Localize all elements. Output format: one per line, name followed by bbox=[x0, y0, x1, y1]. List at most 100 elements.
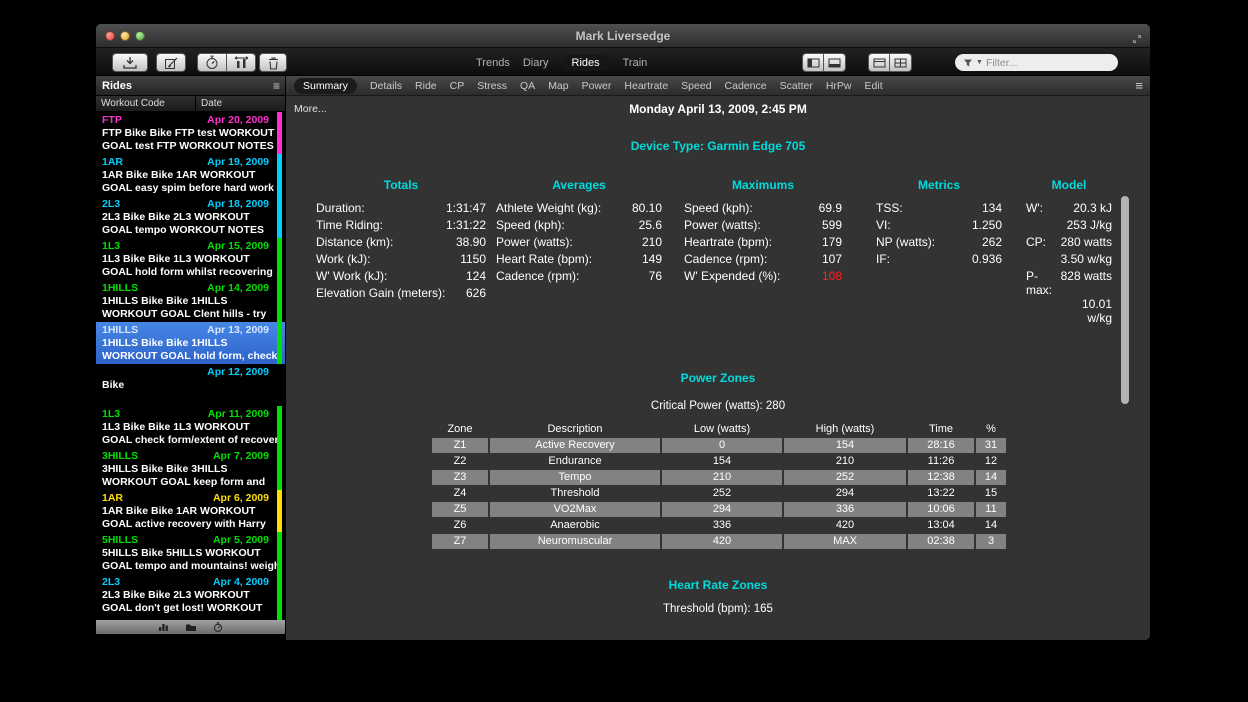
metric-value: 149 bbox=[642, 252, 662, 269]
ride-list-item[interactable]: 1L3Apr 15, 2009 1L3 Bike Bike 1L3 WORKOU… bbox=[96, 238, 285, 280]
tab-edit[interactable]: Edit bbox=[865, 80, 883, 92]
tabbed-view-button[interactable] bbox=[868, 53, 890, 72]
toggle-intervals-button[interactable] bbox=[227, 53, 256, 72]
zone-col-header: Low (watts) bbox=[662, 421, 782, 437]
ride-list-item-selected[interactable]: 1HILLSApr 13, 2009 1HILLS Bike Bike 1HIL… bbox=[96, 322, 285, 364]
zone-cell: 02:38 bbox=[908, 534, 974, 549]
zone-cell: 14 bbox=[976, 470, 1006, 485]
app-window: Mark Liversedge Trends Diary Rides Train bbox=[96, 24, 1150, 640]
metric-label: Work (kJ): bbox=[316, 252, 370, 269]
ride-list-item[interactable]: 1ARApr 6, 2009 1AR Bike Bike 1AR WORKOUT… bbox=[96, 490, 285, 532]
zone-cell: 28:16 bbox=[908, 438, 974, 453]
compose-icon bbox=[164, 56, 179, 70]
metric-value: 828 watts bbox=[1056, 269, 1112, 297]
vertical-scrollbar-thumb[interactable] bbox=[1121, 196, 1129, 404]
zoom-window-button[interactable] bbox=[135, 31, 145, 41]
ride-list-item[interactable]: 2L3Apr 18, 2009 2L3 Bike Bike 2L3 WORKOU… bbox=[96, 196, 285, 238]
ride-code: 1L3 bbox=[102, 240, 120, 253]
tab-details[interactable]: Details bbox=[370, 80, 402, 92]
tab-heartrate[interactable]: Heartrate bbox=[624, 80, 668, 92]
stopwatch-icon[interactable] bbox=[213, 622, 223, 632]
tab-map[interactable]: Map bbox=[548, 80, 568, 92]
toolbar: Trends Diary Rides Train ▼ bbox=[96, 48, 1150, 76]
manual-entry-button[interactable] bbox=[156, 53, 186, 72]
tab-scatter[interactable]: Scatter bbox=[780, 80, 813, 92]
stopwatch-icon bbox=[205, 55, 219, 70]
tab-hrpw[interactable]: HrPw bbox=[826, 80, 852, 92]
rides-sidebar: Rides ≡ Workout Code Date FTPApr 20, 200… bbox=[96, 76, 285, 640]
filter-input[interactable] bbox=[986, 57, 1096, 69]
zone-cell: MAX bbox=[784, 534, 906, 549]
tab-cp[interactable]: CP bbox=[450, 80, 465, 92]
power-zones-title: Power Zones bbox=[286, 371, 1150, 385]
tiled-view-button[interactable] bbox=[890, 53, 912, 72]
ride-list-item[interactable]: 1L3Apr 11, 2009 1L3 Bike Bike 1L3 WORKOU… bbox=[96, 406, 285, 448]
section-title: Averages bbox=[496, 178, 662, 192]
tab-ride[interactable]: Ride bbox=[415, 80, 437, 92]
ride-list-item[interactable]: Apr 12, 2009 Bike bbox=[96, 364, 285, 406]
bottom-bar-icon bbox=[828, 58, 841, 68]
filter-field[interactable]: ▼ bbox=[955, 54, 1118, 71]
zone-cell: 336 bbox=[662, 518, 782, 533]
download-icon bbox=[122, 56, 138, 70]
maximums-section: Maximums Speed (kph):69.9 Power (watts):… bbox=[684, 178, 842, 286]
import-ride-button[interactable] bbox=[112, 53, 148, 72]
metric-label: NP (watts): bbox=[876, 235, 935, 252]
tab-qa[interactable]: QA bbox=[520, 80, 535, 92]
ride-list: FTPApr 20, 2009 FTP Bike Bike FTP test W… bbox=[96, 112, 285, 620]
tab-power[interactable]: Power bbox=[582, 80, 612, 92]
delete-ride-button[interactable] bbox=[259, 53, 287, 72]
ride-desc-line: 5HILLS Bike 5HILLS WORKOUT bbox=[102, 547, 279, 560]
ride-list-item[interactable]: 1HILLSApr 14, 2009 1HILLS Bike Bike 1HIL… bbox=[96, 280, 285, 322]
tab-cadence[interactable]: Cadence bbox=[725, 80, 767, 92]
metric-value: 626 bbox=[466, 286, 486, 303]
metric-value: 179 bbox=[822, 235, 842, 252]
ride-date: Apr 4, 2009 bbox=[213, 576, 269, 589]
ride-list-item[interactable]: 2L3Apr 4, 2009 2L3 Bike Bike 2L3 WORKOUT… bbox=[96, 574, 285, 616]
zone-cell: Z1 bbox=[432, 438, 488, 453]
tab-speed[interactable]: Speed bbox=[681, 80, 711, 92]
chart-icon[interactable] bbox=[158, 622, 169, 632]
column-header-workout-code[interactable]: Workout Code bbox=[96, 96, 196, 111]
zone-cell: 210 bbox=[662, 470, 782, 485]
toggle-bottom-bar-button[interactable] bbox=[824, 53, 846, 72]
view-menu-icon[interactable]: ≡ bbox=[1135, 78, 1143, 93]
toggle-left-sidebar-button[interactable] bbox=[802, 53, 824, 72]
tabbed-view-icon bbox=[873, 58, 886, 68]
tab-stress[interactable]: Stress bbox=[477, 80, 507, 92]
tab-train[interactable]: Train bbox=[623, 57, 648, 69]
close-window-button[interactable] bbox=[105, 31, 115, 41]
sidebar-menu-icon[interactable]: ≡ bbox=[273, 76, 280, 96]
tab-trends[interactable]: Trends bbox=[476, 57, 510, 69]
averages-section: Averages Athlete Weight (kg):80.10 Speed… bbox=[496, 178, 662, 286]
fullscreen-icon[interactable] bbox=[1132, 31, 1142, 49]
metric-label: Speed (kph): bbox=[684, 201, 753, 218]
metric-label: VI: bbox=[876, 218, 891, 235]
tab-summary[interactable]: Summary bbox=[294, 78, 357, 94]
ride-color-stripe bbox=[277, 280, 282, 322]
metric-value: 1.250 bbox=[972, 218, 1002, 235]
ride-desc-line: 1HILLS Bike Bike 1HILLS bbox=[102, 295, 279, 308]
metric-value-alert: 108 bbox=[822, 269, 842, 286]
toggle-stopwatch-button[interactable] bbox=[197, 53, 227, 72]
ride-list-item[interactable]: FTPApr 20, 2009 FTP Bike Bike FTP test W… bbox=[96, 112, 285, 154]
ride-desc-line: WORKOUT GOAL hold form, check bbox=[102, 350, 279, 363]
ride-color-stripe bbox=[277, 112, 282, 154]
sidebar-footer-bar bbox=[96, 620, 285, 634]
ride-list-item[interactable]: 1ARApr 19, 2009 1AR Bike Bike 1AR WORKOU… bbox=[96, 154, 285, 196]
minimize-window-button[interactable] bbox=[120, 31, 130, 41]
zone-cell: 12:38 bbox=[908, 470, 974, 485]
title-bar[interactable]: Mark Liversedge bbox=[96, 24, 1150, 48]
zone-cell: 210 bbox=[784, 454, 906, 469]
zone-cell: 3 bbox=[976, 534, 1006, 549]
folder-icon[interactable] bbox=[185, 622, 197, 632]
metric-value: 1150 bbox=[460, 252, 486, 269]
ride-list-item[interactable]: 3HILLSApr 7, 2009 3HILLS Bike Bike 3HILL… bbox=[96, 448, 285, 490]
tab-rides[interactable]: Rides bbox=[562, 55, 610, 71]
tab-diary[interactable]: Diary bbox=[523, 57, 549, 69]
ride-list-item[interactable]: 5HILLSApr 5, 2009 5HILLS Bike 5HILLS WOR… bbox=[96, 532, 285, 574]
ride-desc-line bbox=[102, 392, 279, 405]
device-type: Device Type: Garmin Edge 705 bbox=[286, 139, 1150, 153]
metric-label: W' Expended (%): bbox=[684, 269, 780, 286]
column-header-date[interactable]: Date bbox=[196, 96, 285, 111]
